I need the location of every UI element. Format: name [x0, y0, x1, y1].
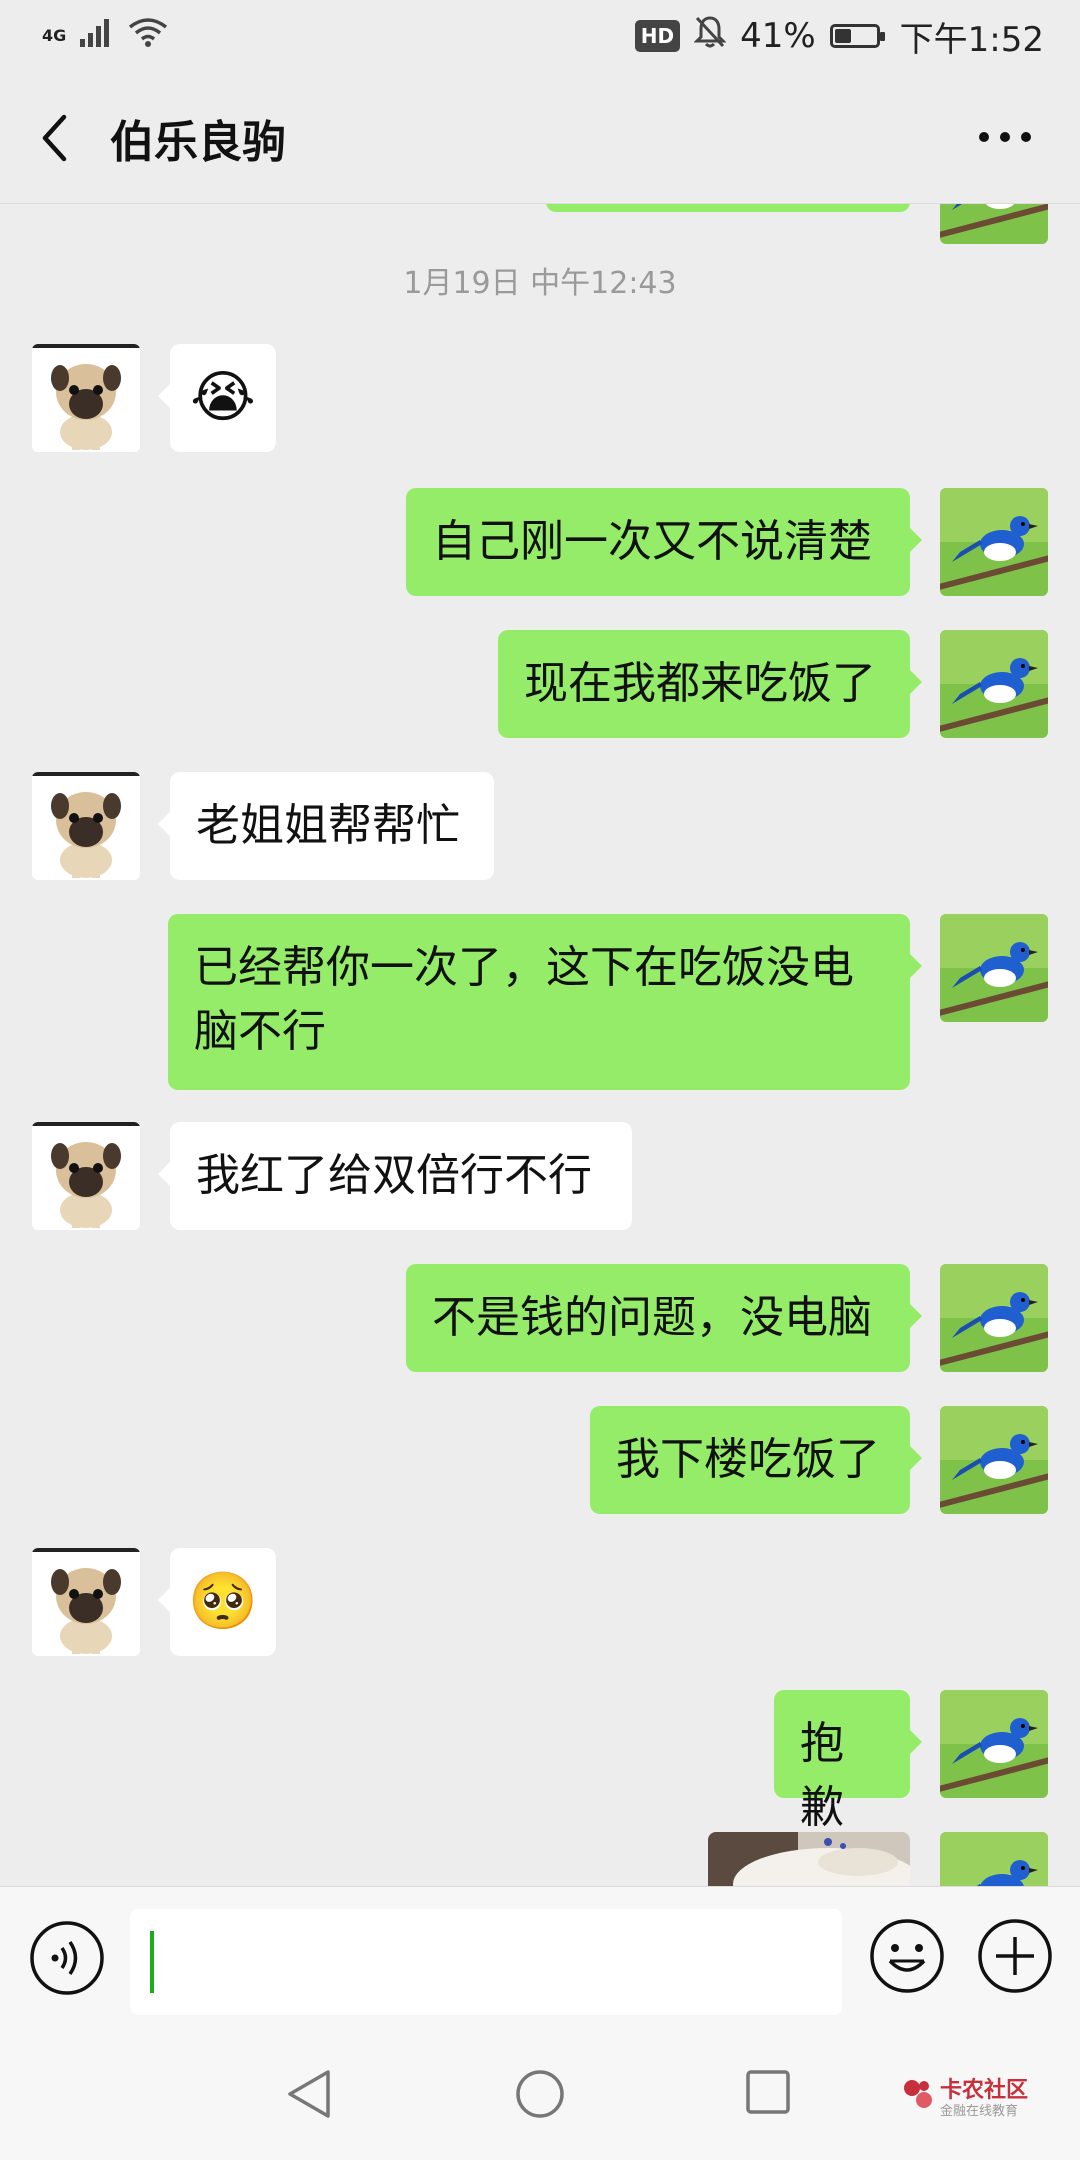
incoming-message-bubble[interactable]: 我红了给双倍行不行 — [158, 1122, 632, 1230]
bird-avatar-icon — [940, 630, 1048, 738]
bird-avatar-icon — [940, 204, 1048, 244]
bird-avatar-icon — [940, 1832, 1048, 1886]
clock: 下午1:52 — [899, 19, 1044, 60]
back-button[interactable] — [0, 72, 110, 204]
bird-avatar-icon — [940, 1406, 1048, 1514]
watermark-subtitle: 金融在线教育 — [940, 2104, 1019, 2119]
bird-avatar-icon — [940, 914, 1048, 1022]
contact-avatar[interactable] — [32, 1548, 140, 1656]
status-left: 4G — [42, 16, 168, 56]
bird-avatar-icon — [940, 1264, 1048, 1372]
watermark-logo-icon — [904, 2080, 932, 2108]
status-right: HD 41% 下午1:52 — [634, 12, 1044, 61]
my-avatar[interactable] — [940, 1832, 1048, 1886]
my-avatar[interactable] — [940, 914, 1048, 1022]
chat-timestamp: 1月19日 中午12:43 — [403, 266, 677, 301]
bird-avatar-icon — [940, 1690, 1048, 1798]
more-functions-button[interactable] — [976, 1917, 1054, 1999]
incoming-emoji-bubble[interactable]: 😭 — [158, 344, 276, 452]
pug-avatar-icon — [32, 1122, 140, 1230]
outgoing-image-message[interactable] — [708, 1832, 910, 1886]
signal-icon — [80, 16, 114, 56]
chevron-left-icon — [42, 114, 67, 161]
pug-avatar-icon — [32, 1548, 140, 1656]
incoming-message-bubble[interactable]: 老姐姐帮帮忙 — [158, 772, 494, 880]
pug-avatar-icon — [32, 772, 140, 880]
battery-icon — [829, 24, 885, 48]
nav-home-button[interactable] — [514, 2068, 566, 2124]
mute-bell-icon — [693, 15, 727, 58]
system-navigation-bar: 卡农社区 金融在线教育 — [0, 2034, 1080, 2160]
contact-name: 伯乐良驹 — [110, 116, 286, 168]
voice-input-button[interactable] — [28, 1919, 106, 2001]
outgoing-message-bubble[interactable]: 现在我都来吃饭了 — [498, 630, 922, 738]
food-photo-image — [708, 1832, 910, 1886]
outgoing-message-bubble[interactable]: 已经帮你一次了，这下在吃饭没电脑不行 — [168, 914, 922, 1090]
nav-back-button[interactable] — [286, 2068, 332, 2124]
my-avatar[interactable] — [940, 630, 1048, 738]
my-avatar[interactable] — [940, 204, 1048, 244]
contact-avatar[interactable] — [32, 1122, 140, 1230]
triangle-back-icon — [288, 2070, 330, 2118]
contact-avatar[interactable] — [32, 772, 140, 880]
battery-level — [834, 29, 851, 43]
watermark-logo: 卡农社区 金融在线教育 — [900, 2070, 1060, 2124]
text-cursor — [150, 1931, 154, 1993]
my-avatar[interactable] — [940, 1690, 1048, 1798]
network-type: 4G — [42, 26, 67, 45]
previous-message-bubble[interactable] — [546, 204, 910, 212]
plus-circle-icon — [978, 1919, 1052, 1993]
my-avatar[interactable] — [940, 1264, 1048, 1372]
message-text-field[interactable] — [130, 1909, 842, 2015]
bird-avatar-icon — [940, 488, 1048, 596]
battery-percent: 41% — [740, 16, 816, 56]
contact-avatar[interactable] — [32, 344, 140, 452]
chat-header: 伯乐良驹 — [0, 72, 1080, 204]
circle-home-icon — [516, 2070, 564, 2118]
outgoing-message-bubble[interactable]: 抱歉 — [774, 1690, 922, 1833]
status-bar: 4G HD 41% 下午1:52 — [0, 0, 1080, 72]
nav-recents-button[interactable] — [744, 2068, 792, 2120]
pug-avatar-icon — [32, 344, 140, 452]
incoming-emoji-bubble[interactable]: 🥺 — [158, 1548, 276, 1656]
outgoing-message-bubble[interactable]: 我下楼吃饭了 — [590, 1406, 922, 1514]
my-avatar[interactable] — [940, 1406, 1048, 1514]
more-dots-icon — [979, 132, 1031, 142]
square-recents-icon — [746, 2070, 790, 2114]
smiley-face-icon — [870, 1919, 944, 1993]
hd-badge: HD — [634, 20, 681, 52]
more-options-button[interactable] — [970, 112, 1040, 162]
message-input-bar — [0, 1886, 1080, 2034]
wifi-icon — [128, 16, 168, 56]
voice-wave-icon — [30, 1921, 104, 1995]
outgoing-message-bubble[interactable]: 不是钱的问题，没电脑 — [406, 1264, 922, 1372]
my-avatar[interactable] — [940, 488, 1048, 596]
emoji-button[interactable] — [868, 1917, 946, 1999]
outgoing-message-bubble[interactable]: 自己刚一次又不说清楚 — [406, 488, 922, 596]
chat-messages[interactable]: 1月19日 中午12:43 😭 自己刚一次又不说清楚 现在我都来吃饭了 老姐姐帮… — [0, 204, 1080, 1886]
